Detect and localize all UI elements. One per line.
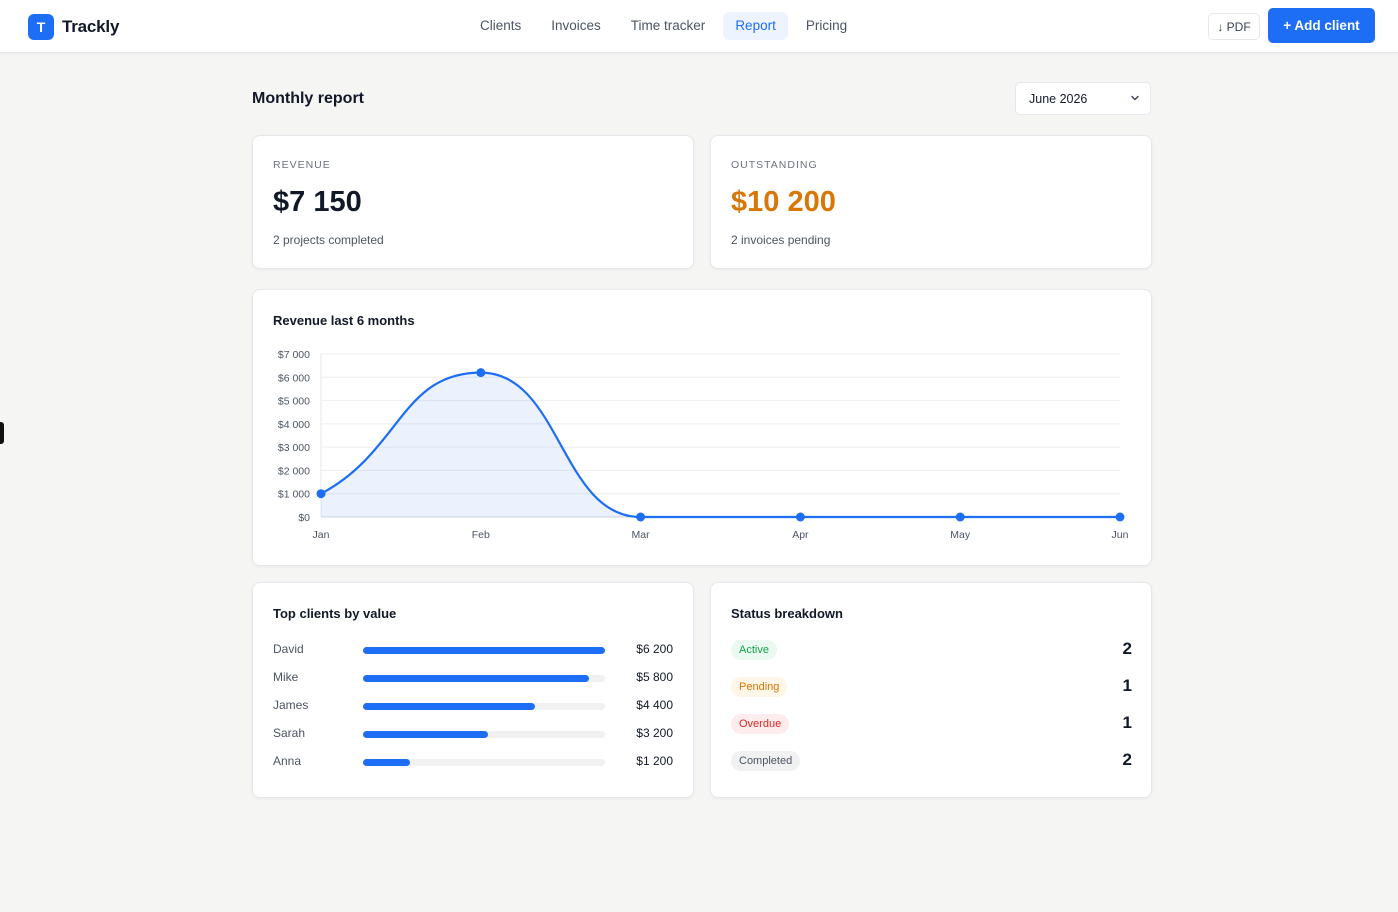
y-tick-label: $3 000	[278, 442, 310, 454]
client-value: $3 200	[636, 726, 673, 740]
revenue-chart-card: Revenue last 6 months $0 $1 000 $2 000 $3 0…	[252, 289, 1152, 566]
status-badge: Overdue	[731, 714, 790, 734]
nav-item-clients[interactable]: Clients	[468, 12, 533, 40]
status-count: 1	[1122, 676, 1132, 695]
month-select-value: June 2026	[1029, 92, 1088, 106]
client-bar-track	[363, 759, 605, 766]
download-pdf-button[interactable]: ↓ PDF	[1208, 13, 1260, 40]
client-bar-fill	[363, 703, 535, 710]
month-select[interactable]: June 2026	[1015, 82, 1151, 115]
client-bar-fill	[363, 731, 488, 738]
outstanding-label: OUTSTANDING	[731, 159, 818, 171]
outstanding-value: $10 200	[731, 186, 836, 218]
status-badge: Pending	[731, 677, 788, 697]
status-row: Pending 1	[731, 676, 1132, 700]
client-bar-fill	[363, 647, 605, 654]
client-value: $5 800	[636, 670, 673, 684]
x-tick-label: May	[950, 529, 971, 541]
chevron-down-icon	[1131, 95, 1139, 101]
status-row: Overdue 1	[731, 713, 1132, 737]
nav-item-time-tracker[interactable]: Time tracker	[619, 12, 718, 40]
revenue-line-chart: $0 $1 000 $2 000 $3 000 $4 000 $5 000 $6 000 $7…	[278, 349, 1129, 541]
client-name: Anna	[273, 754, 302, 768]
brand-name: Trackly	[62, 17, 120, 36]
x-tick-label: Jan	[313, 529, 330, 541]
outstanding-subtext: 2 invoices pending	[731, 233, 831, 247]
data-point	[795, 512, 805, 522]
status-count: 2	[1122, 750, 1132, 769]
y-tick-label: $1 000	[278, 489, 310, 501]
data-point	[476, 368, 486, 378]
nav-item-report[interactable]: Report	[723, 12, 788, 40]
data-point	[636, 512, 646, 522]
client-row: Anna $1 200	[273, 751, 673, 771]
status-badge: Completed	[731, 751, 801, 771]
client-value: $6 200	[636, 642, 673, 656]
y-tick-label: $0	[298, 512, 310, 524]
y-tick-label: $6 000	[278, 372, 310, 384]
x-tick-label: Jun	[1112, 529, 1129, 541]
client-row: Sarah $3 200	[273, 723, 673, 743]
status-badge: Active	[731, 640, 777, 660]
client-bar-fill	[363, 675, 590, 682]
status-breakdown-title: Status breakdown	[731, 606, 843, 621]
top-clients-card: Top clients by value David $6 200 Mike $5 8…	[252, 582, 694, 798]
x-tick-label: Mar	[632, 529, 651, 541]
status-count: 2	[1122, 639, 1132, 658]
client-name: David	[273, 642, 304, 656]
revenue-area	[321, 372, 1120, 517]
client-name: Mike	[273, 670, 299, 684]
status-breakdown-card: Status breakdown Active 2 Pending 1 Overdue 1…	[710, 582, 1152, 798]
top-navbar: T Trackly Clients Invoices Time tracker …	[0, 0, 1398, 53]
client-row: James $4 400	[273, 695, 673, 715]
client-value: $1 200	[636, 754, 673, 768]
client-bar-track	[363, 675, 605, 682]
data-point	[1115, 512, 1125, 522]
client-value: $4 400	[636, 698, 673, 712]
status-row: Completed 2	[731, 750, 1132, 774]
nav-item-invoices[interactable]: Invoices	[539, 12, 613, 40]
revenue-label: REVENUE	[273, 159, 331, 171]
client-bar-track	[363, 703, 605, 710]
client-row: Mike $5 800	[273, 667, 673, 687]
x-tick-label: Feb	[472, 529, 490, 541]
y-tick-label: $7 000	[278, 349, 310, 361]
revenue-card: REVENUE $7 150 2 projects completed	[252, 135, 694, 269]
y-tick-label: $2 000	[278, 465, 310, 477]
x-tick-label: Apr	[792, 529, 809, 541]
client-bar-fill	[363, 759, 410, 766]
client-name: James	[273, 698, 309, 712]
nav-item-pricing[interactable]: Pricing	[794, 12, 859, 40]
client-bar-track	[363, 731, 605, 738]
data-point	[955, 512, 965, 522]
status-row: Active 2	[731, 639, 1132, 663]
data-point	[316, 489, 326, 499]
add-client-button[interactable]: + Add client	[1268, 8, 1375, 43]
client-row: David $6 200	[273, 639, 673, 659]
page-title: Monthly report	[252, 90, 364, 107]
client-name: Sarah	[273, 726, 306, 740]
brand-logo-icon: T	[28, 14, 54, 40]
client-bar-track	[363, 647, 605, 654]
revenue-subtext: 2 projects completed	[273, 233, 384, 247]
outstanding-card: OUTSTANDING $10 200 2 invoices pending	[710, 135, 1152, 269]
y-tick-label: $5 000	[278, 396, 310, 408]
brand[interactable]: T Trackly	[28, 14, 119, 40]
main-nav: Clients Invoices Time tracker Report Pri…	[468, 12, 859, 40]
side-panel-handle[interactable]	[0, 422, 4, 444]
status-count: 1	[1122, 713, 1132, 732]
top-clients-title: Top clients by value	[273, 606, 397, 621]
revenue-value: $7 150	[273, 186, 362, 218]
y-tick-label: $4 000	[278, 419, 310, 431]
